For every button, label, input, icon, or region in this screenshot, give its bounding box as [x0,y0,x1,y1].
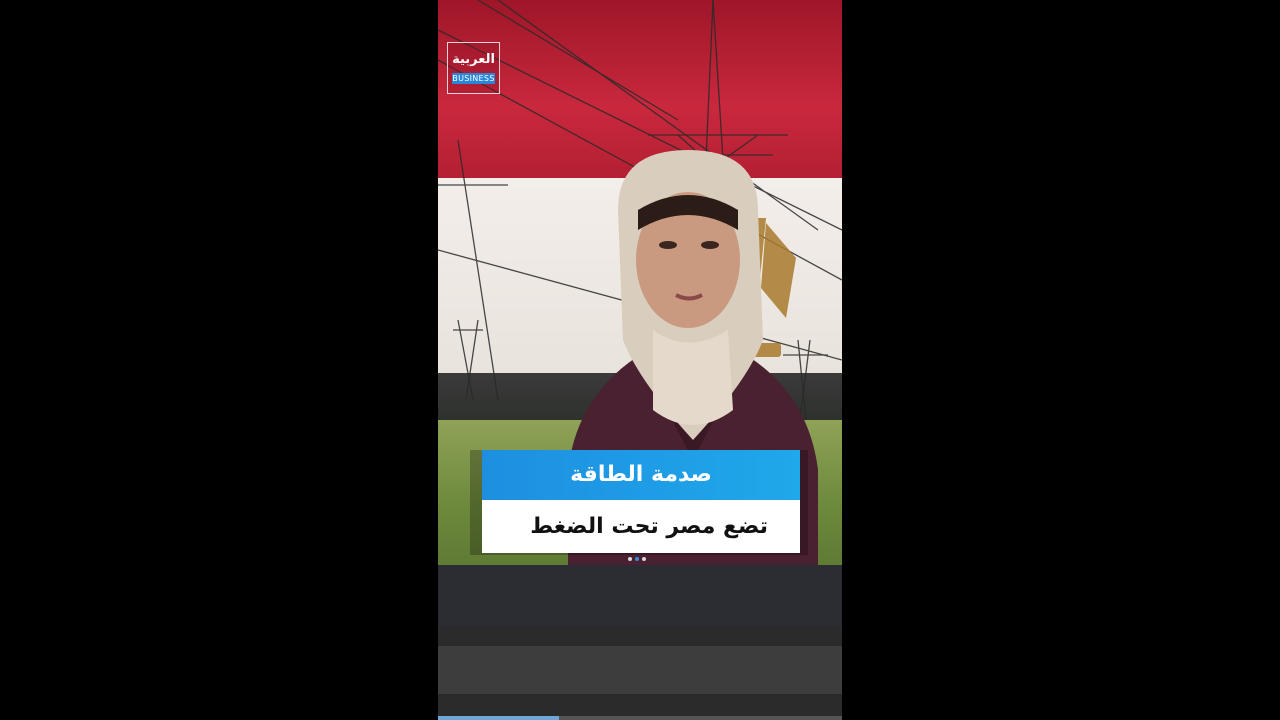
pager-dot[interactable] [642,557,646,561]
video-frame[interactable]: العربية BUSINESS صدمة الطاقة تضع مصر تحت… [438,0,842,720]
headline-subtitle: تضع مصر تحت الضغط [482,500,800,553]
lower-band [438,565,842,630]
logo-english-text: BUSINESS [452,73,495,84]
pager-dots[interactable] [628,557,646,561]
al-arabiya-business-logo: العربية BUSINESS [447,42,500,94]
headline-lower-third: صدمة الطاقة تضع مصر تحت الضغط [470,450,808,555]
progress-bar[interactable] [438,716,842,720]
pager-dot[interactable] [628,557,632,561]
logo-arabic-text: العربية [452,52,495,67]
progress-fill [438,716,560,720]
player-bottom-bar [438,626,842,720]
player-controls-strip [438,646,842,694]
headline-title: صدمة الطاقة [482,450,800,500]
pager-dot-active[interactable] [635,557,639,561]
news-anchor [568,150,818,630]
